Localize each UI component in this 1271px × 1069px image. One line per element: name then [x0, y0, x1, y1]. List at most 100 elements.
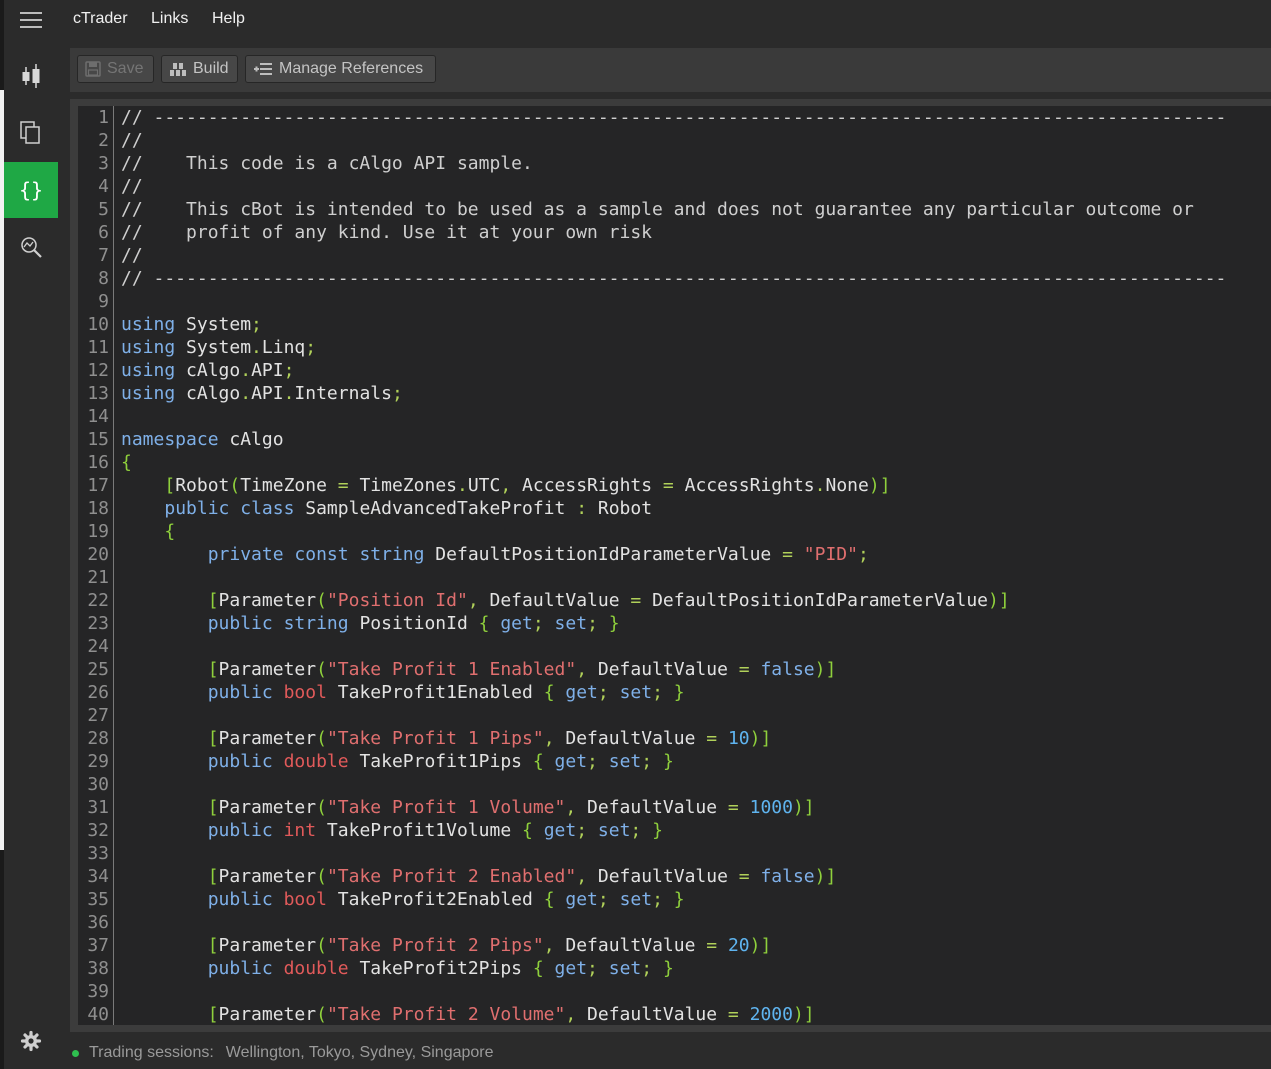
line-number: 26 [78, 681, 114, 704]
line-number: 9 [78, 290, 114, 313]
menu-help[interactable]: Help [212, 10, 245, 28]
save-icon [85, 61, 101, 77]
analyze-search-icon[interactable] [4, 219, 58, 275]
line-number: 2 [78, 129, 114, 152]
code-token: public [207, 958, 273, 979]
code-token: ( [316, 659, 327, 680]
code-line: // profit of any kind. Use it at your ow… [121, 221, 652, 244]
code-editor[interactable]: 1 // ------------------------------------… [78, 106, 1271, 1025]
menu-ctrader[interactable]: cTrader [73, 10, 128, 28]
code-token: Parameter [218, 866, 317, 887]
code-token: )] [988, 590, 1010, 611]
line-number: 5 [78, 198, 114, 221]
build-button[interactable]: Build [161, 55, 238, 83]
manage-references-button[interactable]: Manage References [245, 55, 436, 83]
code-token: , [565, 1004, 577, 1025]
code-token: ; [641, 751, 653, 772]
code-line: // -------------------------------------… [121, 267, 1226, 290]
code-token: None [825, 475, 869, 496]
code-token: bool [283, 889, 327, 910]
code-token: TakeProfit1Enabled [326, 682, 544, 703]
code-token: } [673, 889, 685, 910]
code-line: public int TakeProfit1Volume { get; set;… [121, 819, 663, 842]
code-token: const [294, 544, 349, 565]
line-number: 16 [78, 451, 114, 474]
code-token: DefaultValue [587, 659, 739, 680]
save-button[interactable]: Save [77, 55, 154, 83]
hamburger-menu-icon[interactable] [4, 0, 58, 40]
code-token: // [121, 245, 143, 266]
code-line: using System.Linq; [121, 336, 316, 359]
code-token: ; [391, 383, 403, 404]
code-token: set [608, 958, 642, 979]
code-token: PositionId [348, 613, 479, 634]
code-line: public double TakeProfit1Pips { get; set… [121, 750, 674, 773]
code-token: ; [587, 613, 598, 634]
code-token: DefaultValue [587, 866, 739, 887]
code-token: Internals [294, 383, 392, 404]
code-token: string [283, 613, 349, 634]
code-token: ; [587, 958, 598, 979]
code-token: get [554, 751, 588, 772]
manage-references-icon [254, 63, 272, 75]
code-token: Parameter [218, 590, 317, 611]
code-token: : [576, 498, 588, 519]
code-token: )] [749, 728, 772, 749]
gear-icon[interactable] [4, 1013, 58, 1069]
code-token: ; [641, 958, 653, 979]
code-line: public bool TakeProfit1Enabled { get; se… [121, 681, 685, 704]
code-token: Robot [175, 475, 230, 496]
menu-links[interactable]: Links [151, 10, 188, 28]
code-token: ; [652, 682, 663, 703]
code-token: get [554, 958, 588, 979]
code-token: , [576, 866, 588, 887]
code-token: double [283, 958, 349, 979]
code-token: . [240, 383, 252, 404]
code-token: DefaultValue [554, 728, 707, 749]
code-line: namespace cAlgo [121, 428, 284, 451]
code-token: = [706, 728, 718, 749]
code-token: // [121, 176, 143, 197]
code-token: ( [316, 866, 327, 887]
code-token: = [662, 475, 674, 496]
code-token: { [121, 452, 132, 473]
code-token: [ [207, 866, 219, 887]
code-line: public bool TakeProfit2Enabled { get; se… [121, 888, 685, 911]
code-token: . [240, 360, 252, 381]
copy-icon[interactable] [4, 105, 58, 161]
line-number: 24 [78, 635, 114, 658]
code-token: ; [857, 544, 869, 565]
code-token: 1000 [749, 797, 793, 818]
status-sessions: Wellington, Tokyo, Sydney, Singapore [225, 1044, 494, 1061]
code-token: ( [229, 475, 241, 496]
line-number: 35 [78, 888, 114, 911]
code-token: ; [597, 889, 609, 910]
line-number: 17 [78, 474, 114, 497]
code-token: set [619, 682, 653, 703]
candlestick-chart-icon[interactable] [4, 48, 58, 104]
code-line: { [121, 520, 175, 543]
code-token: . [814, 475, 826, 496]
line-number: 37 [78, 934, 114, 957]
code-token: TakeProfit2Pips [348, 958, 533, 979]
menu-bar: cTrader Links Help [58, 0, 1271, 40]
code-token: )] [792, 1004, 815, 1025]
code-line: using cAlgo.API; [121, 359, 294, 382]
code-token: DefaultValue [576, 1004, 728, 1025]
code-braces-icon[interactable]: {} [4, 162, 58, 218]
code-token: , [576, 659, 588, 680]
code-token: . [251, 337, 262, 358]
